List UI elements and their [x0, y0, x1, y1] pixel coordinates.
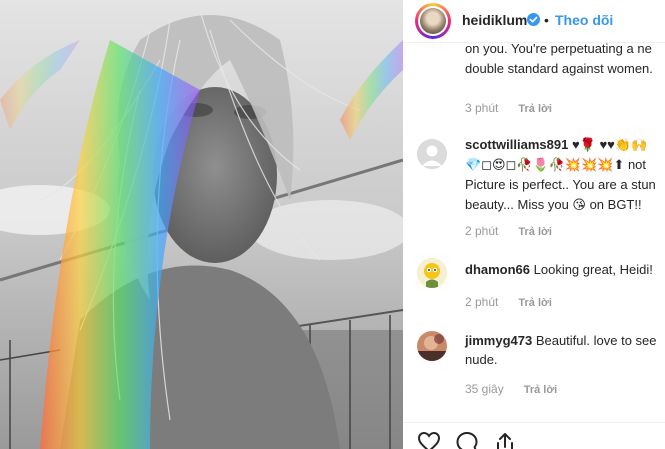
author-username[interactable]: heidiklum	[462, 12, 527, 28]
comment-time: 3 phút	[465, 101, 499, 115]
heart-icon[interactable]	[417, 431, 441, 449]
comment-first-line: dhamon66 Looking great, Heidi!	[465, 260, 653, 280]
comment-line: Picture is perfect.. You are a stun	[465, 177, 656, 192]
follow-button[interactable]: Theo dõi	[555, 12, 613, 28]
comment-line: nude.	[465, 352, 498, 367]
photo-avatar-icon	[417, 331, 447, 361]
commenter-avatar[interactable]	[417, 139, 447, 169]
reply-button[interactable]: Trả lời	[518, 297, 552, 309]
post-header: heidiklum • Theo dõi	[403, 0, 665, 43]
commenter-avatar[interactable]	[417, 331, 447, 361]
comment-meta: 35 giây Trả lời	[465, 382, 557, 396]
photo-illustration	[0, 0, 403, 449]
comment-line: double standard against women.	[465, 61, 653, 76]
reply-button[interactable]: Trả lời	[518, 103, 552, 115]
comment-text: Beautiful. love to see	[532, 333, 657, 348]
comment-meta: 2 phút Trả lời	[465, 295, 552, 309]
cartoon-avatar-icon	[417, 258, 447, 288]
commenter-username[interactable]: dhamon66	[465, 262, 530, 277]
commenter-avatar[interactable]	[417, 258, 447, 288]
default-avatar-icon	[417, 139, 447, 169]
verified-badge-icon	[527, 13, 540, 26]
comment-time: 2 phút	[465, 224, 499, 238]
post-actions	[403, 422, 665, 449]
header-separator: •	[544, 12, 549, 28]
comment-first-line: scottwilliams891 ♥🌹 ♥♥👏🙌	[465, 135, 647, 155]
post-photo[interactable]	[0, 0, 403, 449]
comment-text: Looking great, Heidi!	[530, 262, 653, 277]
comment-time: 2 phút	[465, 295, 499, 309]
comment-first-line: jimmyg473 Beautiful. love to see	[465, 331, 657, 351]
share-icon[interactable]	[493, 431, 517, 449]
comments-panel: heidiklum • Theo dõi on you. You're perp…	[403, 0, 665, 449]
reply-button[interactable]: Trả lời	[524, 384, 558, 396]
comment-icon[interactable]	[455, 431, 479, 449]
comment-meta: 3 phút Trả lời	[465, 101, 552, 115]
comment-meta: 2 phút Trả lời	[465, 224, 552, 238]
reply-button[interactable]: Trả lời	[518, 226, 552, 238]
comment-text: ♥🌹 ♥♥👏🙌	[568, 137, 648, 152]
author-avatar[interactable]	[415, 3, 451, 39]
comment-line: beauty... Miss you 😘 on BGT!!	[465, 197, 642, 212]
commenter-username[interactable]: jimmyg473	[465, 333, 532, 348]
commenter-username[interactable]: scottwilliams891	[465, 137, 568, 152]
comment-line: 💎◻😍◻🥀🌷🥀💥💥💥⬆ not	[465, 157, 647, 172]
comment-time: 35 giây	[465, 382, 504, 396]
